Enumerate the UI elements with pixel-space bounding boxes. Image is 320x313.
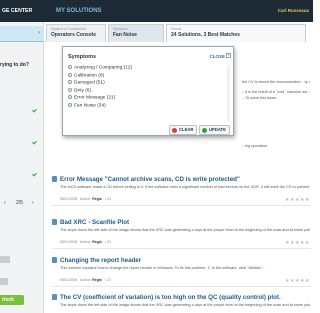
result-meta: 08/11/2008 Author: Regis ▪ 23 [60,240,111,244]
left-rail: › rying to do? ‹ 2/5 › rlock [0,22,44,313]
filter-tabs: System or Component Operators Console Sy… [46,22,313,42]
result-desc: ...To solve this issue... [242,96,280,100]
update-icon [202,128,207,133]
radio-icon [68,95,72,100]
result-desc: the CV is above the recommended ...ty co… [242,80,310,84]
close-button[interactable]: CLOSE [209,54,225,59]
left-header-strip[interactable]: › [0,26,44,42]
result-title[interactable]: Error Message "Cannot archive scans, CD … [60,176,240,183]
comment-icon: ▪ [104,240,106,244]
popup-scrollbar[interactable] [227,65,230,121]
tab-value: Operators Console [51,32,97,38]
top-bar: GE CENTER MY SOLUTIONS Carl Rosseaux [0,0,313,22]
left-row[interactable] [2,171,40,177]
document-icon [52,294,57,300]
popup-title: Symptoms [68,54,97,60]
result-desc: This solution explains how to change the… [60,266,266,270]
symptom-list: Analyzing / Comparing (12) Calibration (… [68,65,178,111]
clear-button[interactable]: CLEAR [169,125,198,135]
tab-system[interactable]: System or Component Operators Console [46,24,106,42]
document-icon [52,219,57,225]
tab-label: Symptom [113,27,128,31]
question-label: rying to do? [0,62,29,68]
tab-label: Found [171,27,181,31]
tab-found: Found 24 Solutions, 3 Best Matches [166,24,306,42]
result-desc: The InCD software reads a CD before writ… [60,185,310,189]
close-icon[interactable]: × [226,53,231,58]
document-icon [52,176,57,182]
radio-icon [68,87,72,92]
pager-prev[interactable]: ‹ [4,200,6,206]
result-title[interactable]: Bad XRC - Scanfile Plot [60,219,129,226]
check-icon [32,139,37,145]
result-meta: 08/11/2008 Author: Regis ▪ 23 [60,197,111,201]
symptom-popup: Symptoms CLOSE × Analyzing / Comparing (… [62,46,234,136]
chevron-right-icon: › [38,30,40,36]
check-icon [32,171,37,177]
tab-label: System or Component [51,27,86,31]
left-action-button[interactable]: rlock [0,295,24,305]
app-title: GE CENTER [2,8,33,14]
radio-icon [68,80,72,85]
radio-icon [68,72,72,77]
radio-icon [68,102,72,107]
left-row[interactable] [2,107,40,113]
result-desc: ...ing operation. [242,144,269,148]
result-title[interactable]: Changing the report header [60,257,141,264]
divider [52,248,311,249]
check-icon [32,107,37,113]
tab-symptom[interactable]: Symptom Fan Noise [108,24,164,42]
result-title[interactable]: The CV (coefficient of variation) is too… [60,294,281,301]
divider [52,205,311,206]
star-icon[interactable]: ★★★★★ [285,278,310,284]
left-row[interactable] [2,139,40,145]
symptom-option[interactable]: Error Message (21) [68,95,178,103]
section-title[interactable]: MY SOLUTIONS [56,0,102,22]
result-meta: 08/11/2008 Author: Regis ▪ 23 [60,278,111,282]
symptom-option[interactable]: Calibration (8) [68,72,178,81]
divider [52,286,311,287]
left-gray-bar[interactable] [0,278,8,285]
left-gray-bar[interactable] [0,256,10,263]
update-button[interactable]: UPDATE [199,125,230,135]
result-desc: ...it is the result of a "cold" machine … [242,90,310,94]
clear-icon [172,128,177,133]
star-icon[interactable]: ★★★★★ [285,240,310,246]
symptom-option[interactable]: Fan Noise (34) [68,102,178,111]
pager-next[interactable]: › [32,200,34,206]
symptom-option[interactable]: Analyzing / Comparing (12) [68,65,178,73]
symptom-option[interactable]: Damaged (51) [68,80,178,88]
radio-icon [68,65,72,69]
tab-value: 24 Solutions, 3 Best Matches [171,32,240,38]
pager: ‹ 2/5 › [2,198,42,208]
tab-value: Fan Noise [113,32,137,38]
document-icon [52,257,57,263]
user-name-text: Carl Rosseaux [277,8,309,13]
result-desc: The slope down the left side of the imag… [60,228,310,232]
pager-current: 2/5 [16,200,23,206]
comment-icon: ▪ [104,278,106,282]
symptom-option[interactable]: Dirty (6) [68,87,178,96]
comment-icon: ▪ [104,197,106,201]
result-desc: The slope down the left side of the imag… [60,303,310,307]
star-icon[interactable]: ★★★★★ [285,197,310,203]
user-name[interactable]: Carl Rosseaux [278,0,309,22]
